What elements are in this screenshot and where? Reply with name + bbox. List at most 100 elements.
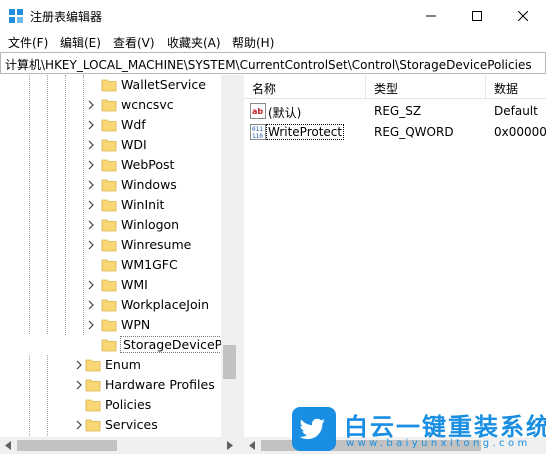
tree-item[interactable]: StorageDevicePo <box>0 335 238 355</box>
chevron-right-icon[interactable] <box>86 180 96 190</box>
svg-text:011: 011 <box>252 126 263 133</box>
column-name-header[interactable]: 名称 <box>252 80 276 97</box>
tree-item[interactable]: Wdf <box>0 115 238 135</box>
address-bar[interactable]: 计算机\HKEY_LOCAL_MACHINE\SYSTEM\CurrentCon… <box>0 52 546 74</box>
value-name[interactable]: WriteProtect <box>265 124 345 140</box>
value-type: REG_SZ <box>374 104 422 118</box>
tree-item[interactable]: Policies <box>0 395 238 415</box>
tree-item[interactable]: WM1GFC <box>0 255 238 275</box>
maximize-icon <box>472 11 482 21</box>
menu-bar: 文件(F) 编辑(E) 查看(V) 收藏夹(A) 帮助(H) <box>0 32 546 52</box>
minimize-button[interactable] <box>408 0 454 32</box>
folder-icon <box>101 259 117 272</box>
value-data: Default <box>494 104 538 118</box>
scroll-right-icon[interactable] <box>226 441 234 450</box>
chevron-right-icon[interactable] <box>86 300 96 310</box>
address-path[interactable]: 计算机\HKEY_LOCAL_MACHINE\SYSTEM\CurrentCon… <box>5 56 532 73</box>
chevron-right-icon[interactable] <box>74 420 84 430</box>
tree-item-label: WPN <box>121 317 151 332</box>
folder-icon <box>101 79 117 92</box>
tree-vertical-scrollbar[interactable] <box>221 75 238 437</box>
tree-horizontal-scroll-thumb[interactable] <box>17 440 117 451</box>
tree-item[interactable]: Windows <box>0 175 238 195</box>
folder-icon <box>85 359 101 372</box>
value-type: REG_QWORD <box>374 125 454 139</box>
folder-icon <box>101 339 117 352</box>
registry-editor-icon <box>9 9 23 23</box>
tree-item-label: WMI <box>121 277 148 292</box>
folder-icon <box>101 239 117 252</box>
column-data-header[interactable]: 数据 <box>494 80 518 97</box>
tree-item[interactable]: WebPost <box>0 155 238 175</box>
tree-item[interactable]: Services <box>0 415 238 435</box>
tree-item-label: WorkplaceJoin <box>121 297 210 312</box>
column-separator[interactable] <box>365 75 366 99</box>
tree-item[interactable]: WPN <box>0 315 238 335</box>
bird-icon <box>299 418 325 440</box>
menu-favorites[interactable]: 收藏夹(A) <box>167 34 221 51</box>
folder-icon <box>101 299 117 312</box>
tree-item[interactable]: Hardware Profiles <box>0 375 238 395</box>
chevron-right-icon[interactable] <box>86 280 96 290</box>
folder-icon <box>85 419 101 432</box>
chevron-right-icon[interactable] <box>86 320 96 330</box>
folder-icon <box>101 199 117 212</box>
tree-item-label: Hardware Profiles <box>105 377 215 392</box>
value-row[interactable]: 011 110 WriteProtect REG_QWORD 0x000000 <box>244 122 546 142</box>
chevron-right-icon[interactable] <box>74 360 84 370</box>
column-separator[interactable] <box>485 75 486 99</box>
tree-item-label: Windows <box>121 177 177 192</box>
value-data: 0x000000 <box>494 125 546 139</box>
minimize-icon <box>426 15 436 17</box>
folder-icon <box>101 99 117 112</box>
tree-horizontal-scrollbar[interactable] <box>0 437 238 454</box>
tree-item[interactable]: Enum <box>0 355 238 375</box>
scroll-left-icon[interactable] <box>248 441 256 450</box>
column-type-header[interactable]: 类型 <box>374 80 398 97</box>
tree-item[interactable]: Winresume <box>0 235 238 255</box>
close-button[interactable] <box>500 0 546 32</box>
binary-value-icon: 011 110 <box>250 124 266 140</box>
folder-icon <box>101 219 117 232</box>
watermark: 白云一键重装系统 www.baiyunxitong.com <box>292 407 546 451</box>
menu-file[interactable]: 文件(F) <box>8 34 48 51</box>
folder-icon <box>101 179 117 192</box>
tree-item-label: WalletService <box>121 77 206 92</box>
tree-item[interactable]: WalletService <box>0 75 238 95</box>
tree-item-label: Winresume <box>121 237 192 252</box>
tree-item[interactable]: wcncsvc <box>0 95 238 115</box>
tree-pane[interactable]: WalletService wcncsvc Wdf WDI WebPost Windows… <box>0 75 238 454</box>
values-pane[interactable]: 名称 类型 数据 ab (默认) REG_SZ Default 011 110 … <box>244 75 546 454</box>
tree-item-label: Winlogon <box>121 217 180 232</box>
folder-icon <box>101 159 117 172</box>
tree-item[interactable]: Winlogon <box>0 215 238 235</box>
chevron-right-icon[interactable] <box>86 100 96 110</box>
menu-edit[interactable]: 编辑(E) <box>60 34 101 51</box>
watermark-url: www.baiyunxitong.com <box>346 438 531 449</box>
chevron-right-icon[interactable] <box>86 140 96 150</box>
menu-view[interactable]: 查看(V) <box>113 34 155 51</box>
folder-icon <box>101 279 117 292</box>
tree-item-label: WebPost <box>121 157 175 172</box>
svg-text:110: 110 <box>252 133 263 140</box>
tree-item-label: Policies <box>105 397 152 412</box>
tree-item-label: wcncsvc <box>121 97 174 112</box>
tree-item[interactable]: WMI <box>0 275 238 295</box>
tree-item[interactable]: WorkplaceJoin <box>0 295 238 315</box>
tree-item-label: StorageDevicePo <box>119 336 233 353</box>
chevron-right-icon[interactable] <box>86 240 96 250</box>
folder-icon <box>85 379 101 392</box>
tree-vertical-scroll-thumb[interactable] <box>223 345 236 379</box>
chevron-right-icon[interactable] <box>86 160 96 170</box>
tree-item-label: Wdf <box>121 117 146 132</box>
chevron-right-icon[interactable] <box>86 220 96 230</box>
value-row[interactable]: ab (默认) REG_SZ Default <box>244 101 546 121</box>
chevron-right-icon[interactable] <box>74 380 84 390</box>
chevron-right-icon[interactable] <box>86 120 96 130</box>
tree-item[interactable]: WDI <box>0 135 238 155</box>
maximize-button[interactable] <box>454 0 500 32</box>
chevron-right-icon[interactable] <box>86 200 96 210</box>
tree-item[interactable]: WinInit <box>0 195 238 215</box>
menu-help[interactable]: 帮助(H) <box>232 34 274 51</box>
scroll-left-icon[interactable] <box>4 441 12 450</box>
